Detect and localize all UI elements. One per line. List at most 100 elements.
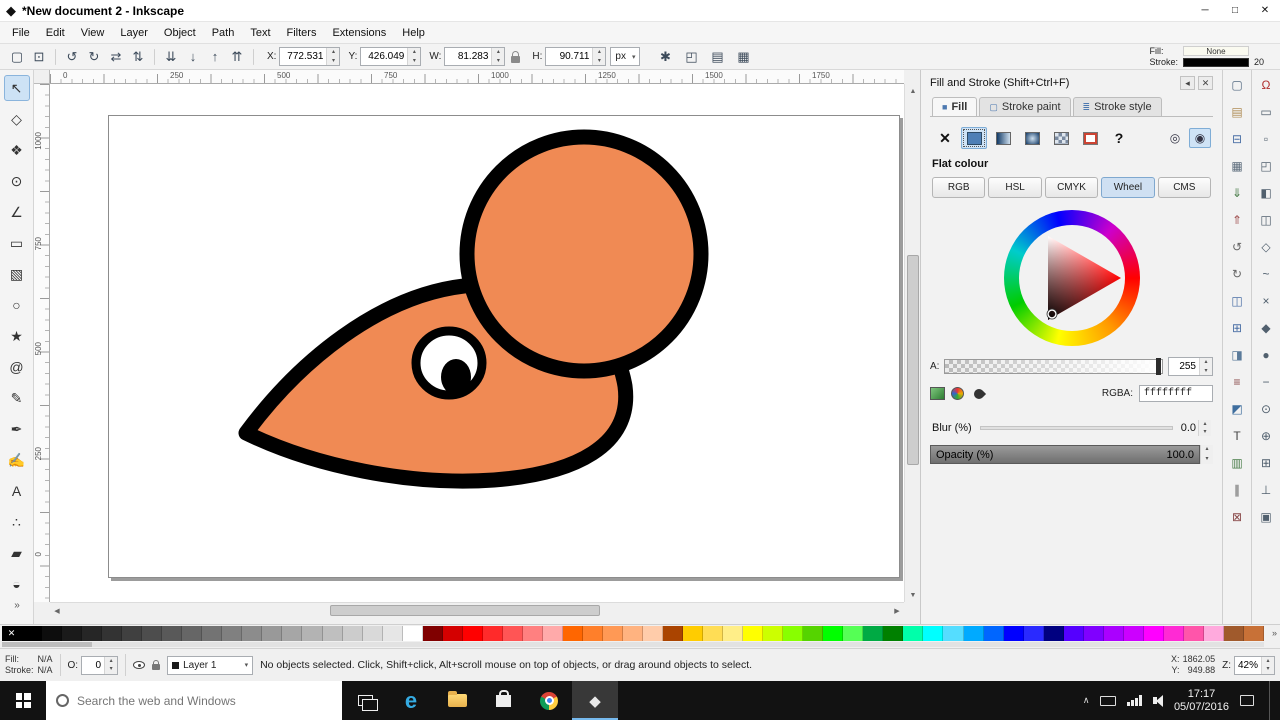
- fill-stroke-dialog-icon[interactable]: ◩: [1227, 399, 1247, 419]
- palette-swatch[interactable]: [443, 626, 463, 641]
- palette-swatch[interactable]: [463, 626, 483, 641]
- touch-keyboard-icon[interactable]: [1100, 696, 1116, 706]
- palette-swatch[interactable]: [423, 626, 443, 641]
- paint-flat-button[interactable]: [961, 127, 987, 149]
- zoom-input[interactable]: ▴▾: [1234, 656, 1275, 675]
- vertical-ruler[interactable]: 10007505002500: [34, 84, 50, 602]
- store-button[interactable]: [480, 681, 526, 720]
- scale-gradient-toggle[interactable]: ▤: [706, 46, 728, 68]
- paste-icon[interactable]: ⊞: [1227, 318, 1247, 338]
- edge-button[interactable]: e: [388, 681, 434, 720]
- palette-swatch[interactable]: [1184, 626, 1204, 641]
- taskbar-search[interactable]: [46, 681, 342, 720]
- copy-icon[interactable]: ◫: [1227, 291, 1247, 311]
- layers-dialog-icon[interactable]: ▥: [1227, 453, 1247, 473]
- scale-pattern-toggle[interactable]: ▦: [732, 46, 754, 68]
- text-dialog-icon[interactable]: T: [1227, 426, 1247, 446]
- redo-icon[interactable]: ↻: [1227, 264, 1247, 284]
- paint-radial-gradient-button[interactable]: [1019, 127, 1045, 149]
- menu-file[interactable]: File: [4, 24, 38, 42]
- inkscape-taskbar-button[interactable]: ◆: [572, 681, 618, 720]
- y-stepper[interactable]: ▴▾: [407, 48, 420, 65]
- width-input[interactable]: ▴▾: [444, 47, 505, 66]
- snap-page-border-icon[interactable]: ▣: [1256, 507, 1276, 527]
- mode-tab-cmyk[interactable]: CMYK: [1045, 177, 1098, 198]
- duplicate-icon[interactable]: ◨: [1227, 345, 1247, 365]
- snap-bbox-icon[interactable]: ▭: [1256, 102, 1276, 122]
- layer-visibility-icon[interactable]: [133, 661, 145, 669]
- box3d-tool[interactable]: ▧: [4, 261, 30, 287]
- snap-object-center-icon[interactable]: ⊙: [1256, 399, 1276, 419]
- palette-swatch[interactable]: [142, 626, 162, 641]
- alpha-slider[interactable]: [944, 359, 1163, 374]
- mode-tab-wheel[interactable]: Wheel: [1101, 177, 1154, 198]
- palette-swatch[interactable]: [923, 626, 943, 641]
- width-stepper[interactable]: ▴▾: [491, 48, 504, 65]
- palette-swatch[interactable]: [42, 626, 62, 641]
- action-center-icon[interactable]: [1240, 695, 1254, 706]
- raise-to-top-icon[interactable]: ⇈: [226, 46, 248, 68]
- blur-stepper[interactable]: ▴▾: [1198, 420, 1211, 436]
- flip-vertical-icon[interactable]: ⇅: [127, 46, 149, 68]
- mode-tab-cms[interactable]: CMS: [1158, 177, 1211, 198]
- paint-swatch-button[interactable]: [1077, 127, 1103, 149]
- eye-pupil-shape[interactable]: [441, 359, 471, 395]
- snap-guide-icon[interactable]: ⊥: [1256, 480, 1276, 500]
- document-page[interactable]: [108, 115, 900, 578]
- y-input[interactable]: ▴▾: [360, 47, 421, 66]
- snap-node-smooth-icon[interactable]: ●: [1256, 345, 1276, 365]
- palette-more-button[interactable]: »: [1272, 628, 1277, 638]
- node-tool[interactable]: ◇: [4, 106, 30, 132]
- layer-select[interactable]: Layer 1 ▾: [167, 656, 253, 675]
- palette-swatch[interactable]: [763, 626, 783, 641]
- select-all-icon[interactable]: ▢: [6, 46, 28, 68]
- palette-swatch[interactable]: [162, 626, 182, 641]
- tab-fill[interactable]: ■ Fill: [932, 97, 977, 116]
- tab-stroke-style[interactable]: ≣ Stroke style: [1073, 97, 1162, 116]
- blur-slider[interactable]: [980, 426, 1173, 430]
- palette-swatch[interactable]: [1004, 626, 1024, 641]
- pencil-tool[interactable]: ✎: [4, 385, 30, 411]
- height-input[interactable]: ▴▾: [545, 47, 606, 66]
- palette-swatch[interactable]: [22, 626, 42, 641]
- palette-swatch[interactable]: [62, 626, 82, 641]
- alpha-input[interactable]: ▴▾: [1168, 357, 1213, 376]
- star-tool[interactable]: ★: [4, 323, 30, 349]
- palette-swatch[interactable]: [1244, 626, 1264, 641]
- snap-bbox-edge-midpoint-icon[interactable]: ◧: [1256, 183, 1276, 203]
- snap-grid-icon[interactable]: ⊞: [1256, 453, 1276, 473]
- palette-swatch[interactable]: [743, 626, 763, 641]
- snap-path-icon[interactable]: ~: [1256, 264, 1276, 284]
- palette-swatch[interactable]: [403, 626, 423, 641]
- scale-stroke-toggle[interactable]: ✱: [654, 46, 676, 68]
- close-button[interactable]: ✕: [1250, 0, 1280, 21]
- menu-help[interactable]: Help: [394, 24, 433, 42]
- new-document-icon[interactable]: ▢: [1227, 75, 1247, 95]
- eyedropper-icon[interactable]: [972, 386, 986, 400]
- palette-swatch[interactable]: [1164, 626, 1184, 641]
- fill-stroke-indicator[interactable]: Fill: N/A Stroke: N/A: [5, 654, 53, 676]
- palette-swatch[interactable]: [82, 626, 102, 641]
- palette-swatch[interactable]: [903, 626, 923, 641]
- palette-swatch[interactable]: [343, 626, 363, 641]
- menu-text[interactable]: Text: [242, 24, 278, 42]
- lower-icon[interactable]: ↓: [182, 46, 204, 68]
- palette-swatch[interactable]: [863, 626, 883, 641]
- palette-swatch[interactable]: [783, 626, 803, 641]
- show-desktop-button[interactable]: [1269, 681, 1274, 720]
- palette-swatch[interactable]: [603, 626, 623, 641]
- palette-swatch[interactable]: [583, 626, 603, 641]
- tray-expand-icon[interactable]: ∧: [1083, 695, 1090, 706]
- palette-swatch[interactable]: [1064, 626, 1084, 641]
- panel-close-button[interactable]: ✕: [1198, 76, 1213, 90]
- fill-rule-nonzero-button[interactable]: ◉: [1189, 128, 1211, 148]
- object-opacity-stepper[interactable]: ▴▾: [104, 657, 117, 674]
- palette-scrollbar[interactable]: [2, 642, 1264, 647]
- palette-swatch[interactable]: [222, 626, 242, 641]
- toolbox-overflow-button[interactable]: »: [0, 600, 34, 614]
- palette-swatch[interactable]: [262, 626, 282, 641]
- start-button[interactable]: [0, 681, 46, 720]
- scale-corners-toggle[interactable]: ◰: [680, 46, 702, 68]
- eraser-tool[interactable]: ▰: [4, 540, 30, 566]
- snap-bbox-center-icon[interactable]: ◫: [1256, 210, 1276, 230]
